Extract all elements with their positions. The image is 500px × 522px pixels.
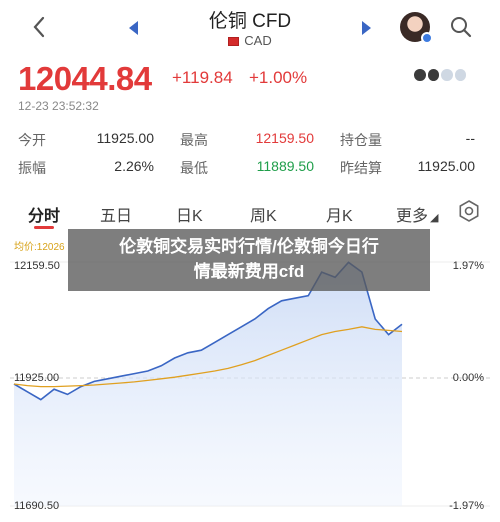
currency-code: CAD bbox=[244, 33, 272, 48]
y-axis-mid: 11925.00 bbox=[14, 372, 60, 384]
quick-tools[interactable] bbox=[414, 67, 466, 83]
tab-more[interactable]: 更多 ◢ bbox=[396, 202, 438, 226]
verified-badge-icon bbox=[421, 32, 433, 44]
search-icon[interactable] bbox=[446, 12, 476, 42]
stat-label: 昨结算 bbox=[340, 160, 382, 176]
stat-row: 今开 11925.00 最高 12159.50 持仓量 -- bbox=[18, 128, 480, 156]
stat-label: 持仓量 bbox=[340, 132, 382, 148]
last-price: 12044.84 bbox=[18, 60, 152, 97]
stat-value: 12159.50 bbox=[255, 130, 314, 146]
pct-axis-bottom: -1.97% bbox=[449, 500, 484, 512]
quote-timestamp: 12-23 23:52:32 bbox=[18, 99, 99, 113]
stat-label: 最低 bbox=[180, 160, 208, 176]
next-instrument-icon[interactable] bbox=[354, 16, 378, 40]
tab-daily-k[interactable]: 日K bbox=[176, 202, 203, 226]
pct-axis-mid: 0.00% bbox=[452, 372, 484, 384]
tool-icon[interactable] bbox=[414, 69, 426, 81]
uk-flag-icon bbox=[228, 37, 240, 46]
chart-settings-icon[interactable] bbox=[458, 200, 480, 222]
tool-icon[interactable] bbox=[454, 69, 466, 81]
y-axis-top: 12159.50 bbox=[14, 260, 60, 272]
stat-value: 2.26% bbox=[114, 158, 154, 174]
tool-icon[interactable] bbox=[441, 69, 453, 81]
stat-row: 振幅 2.26% 最低 11889.50 昨结算 11925.00 bbox=[18, 156, 480, 184]
avatar[interactable] bbox=[400, 12, 433, 44]
stat-label: 振幅 bbox=[18, 160, 46, 176]
tab-more-label: 更多 bbox=[396, 208, 429, 225]
tab-intraday[interactable]: 分时 bbox=[28, 202, 60, 226]
quote-stats: 今开 11925.00 最高 12159.50 持仓量 -- 振幅 2.26% … bbox=[18, 128, 480, 184]
tab-weekly-k[interactable]: 周K bbox=[250, 202, 277, 226]
stat-label: 今开 bbox=[18, 132, 46, 148]
chart-tabs: 分时 五日 日K 周K 月K 更多 ◢ bbox=[0, 196, 500, 232]
top-bar: 伦铜 CFD CAD bbox=[0, 0, 500, 62]
caret-down-icon: ◢ bbox=[430, 212, 439, 224]
stat-value: 11925.00 bbox=[96, 130, 154, 146]
pct-axis-top: 1.97% bbox=[452, 260, 484, 272]
headline-overlay: 伦敦铜交易实时行情/伦敦铜今日行 情最新费用cfd bbox=[68, 229, 430, 291]
average-price-label: 均价:12026 bbox=[14, 242, 65, 253]
tab-five-day[interactable]: 五日 bbox=[100, 202, 132, 226]
stat-value: 11925.00 bbox=[417, 158, 475, 174]
stat-value: -- bbox=[465, 130, 475, 146]
headline-line-2: 情最新费用cfd bbox=[193, 262, 305, 281]
stat-value: 11889.50 bbox=[256, 158, 314, 174]
price-area bbox=[14, 262, 402, 506]
price-change: +119.84 bbox=[172, 68, 233, 87]
active-tab-indicator bbox=[34, 226, 54, 229]
price-change-percent: +1.00% bbox=[249, 68, 308, 87]
tab-monthly-k[interactable]: 月K bbox=[326, 202, 353, 226]
y-axis-bottom: 11690.50 bbox=[14, 500, 60, 512]
stat-label: 最高 bbox=[180, 132, 208, 148]
tool-icon[interactable] bbox=[427, 69, 439, 81]
headline-line-1: 伦敦铜交易实时行情/伦敦铜今日行 bbox=[119, 237, 379, 256]
